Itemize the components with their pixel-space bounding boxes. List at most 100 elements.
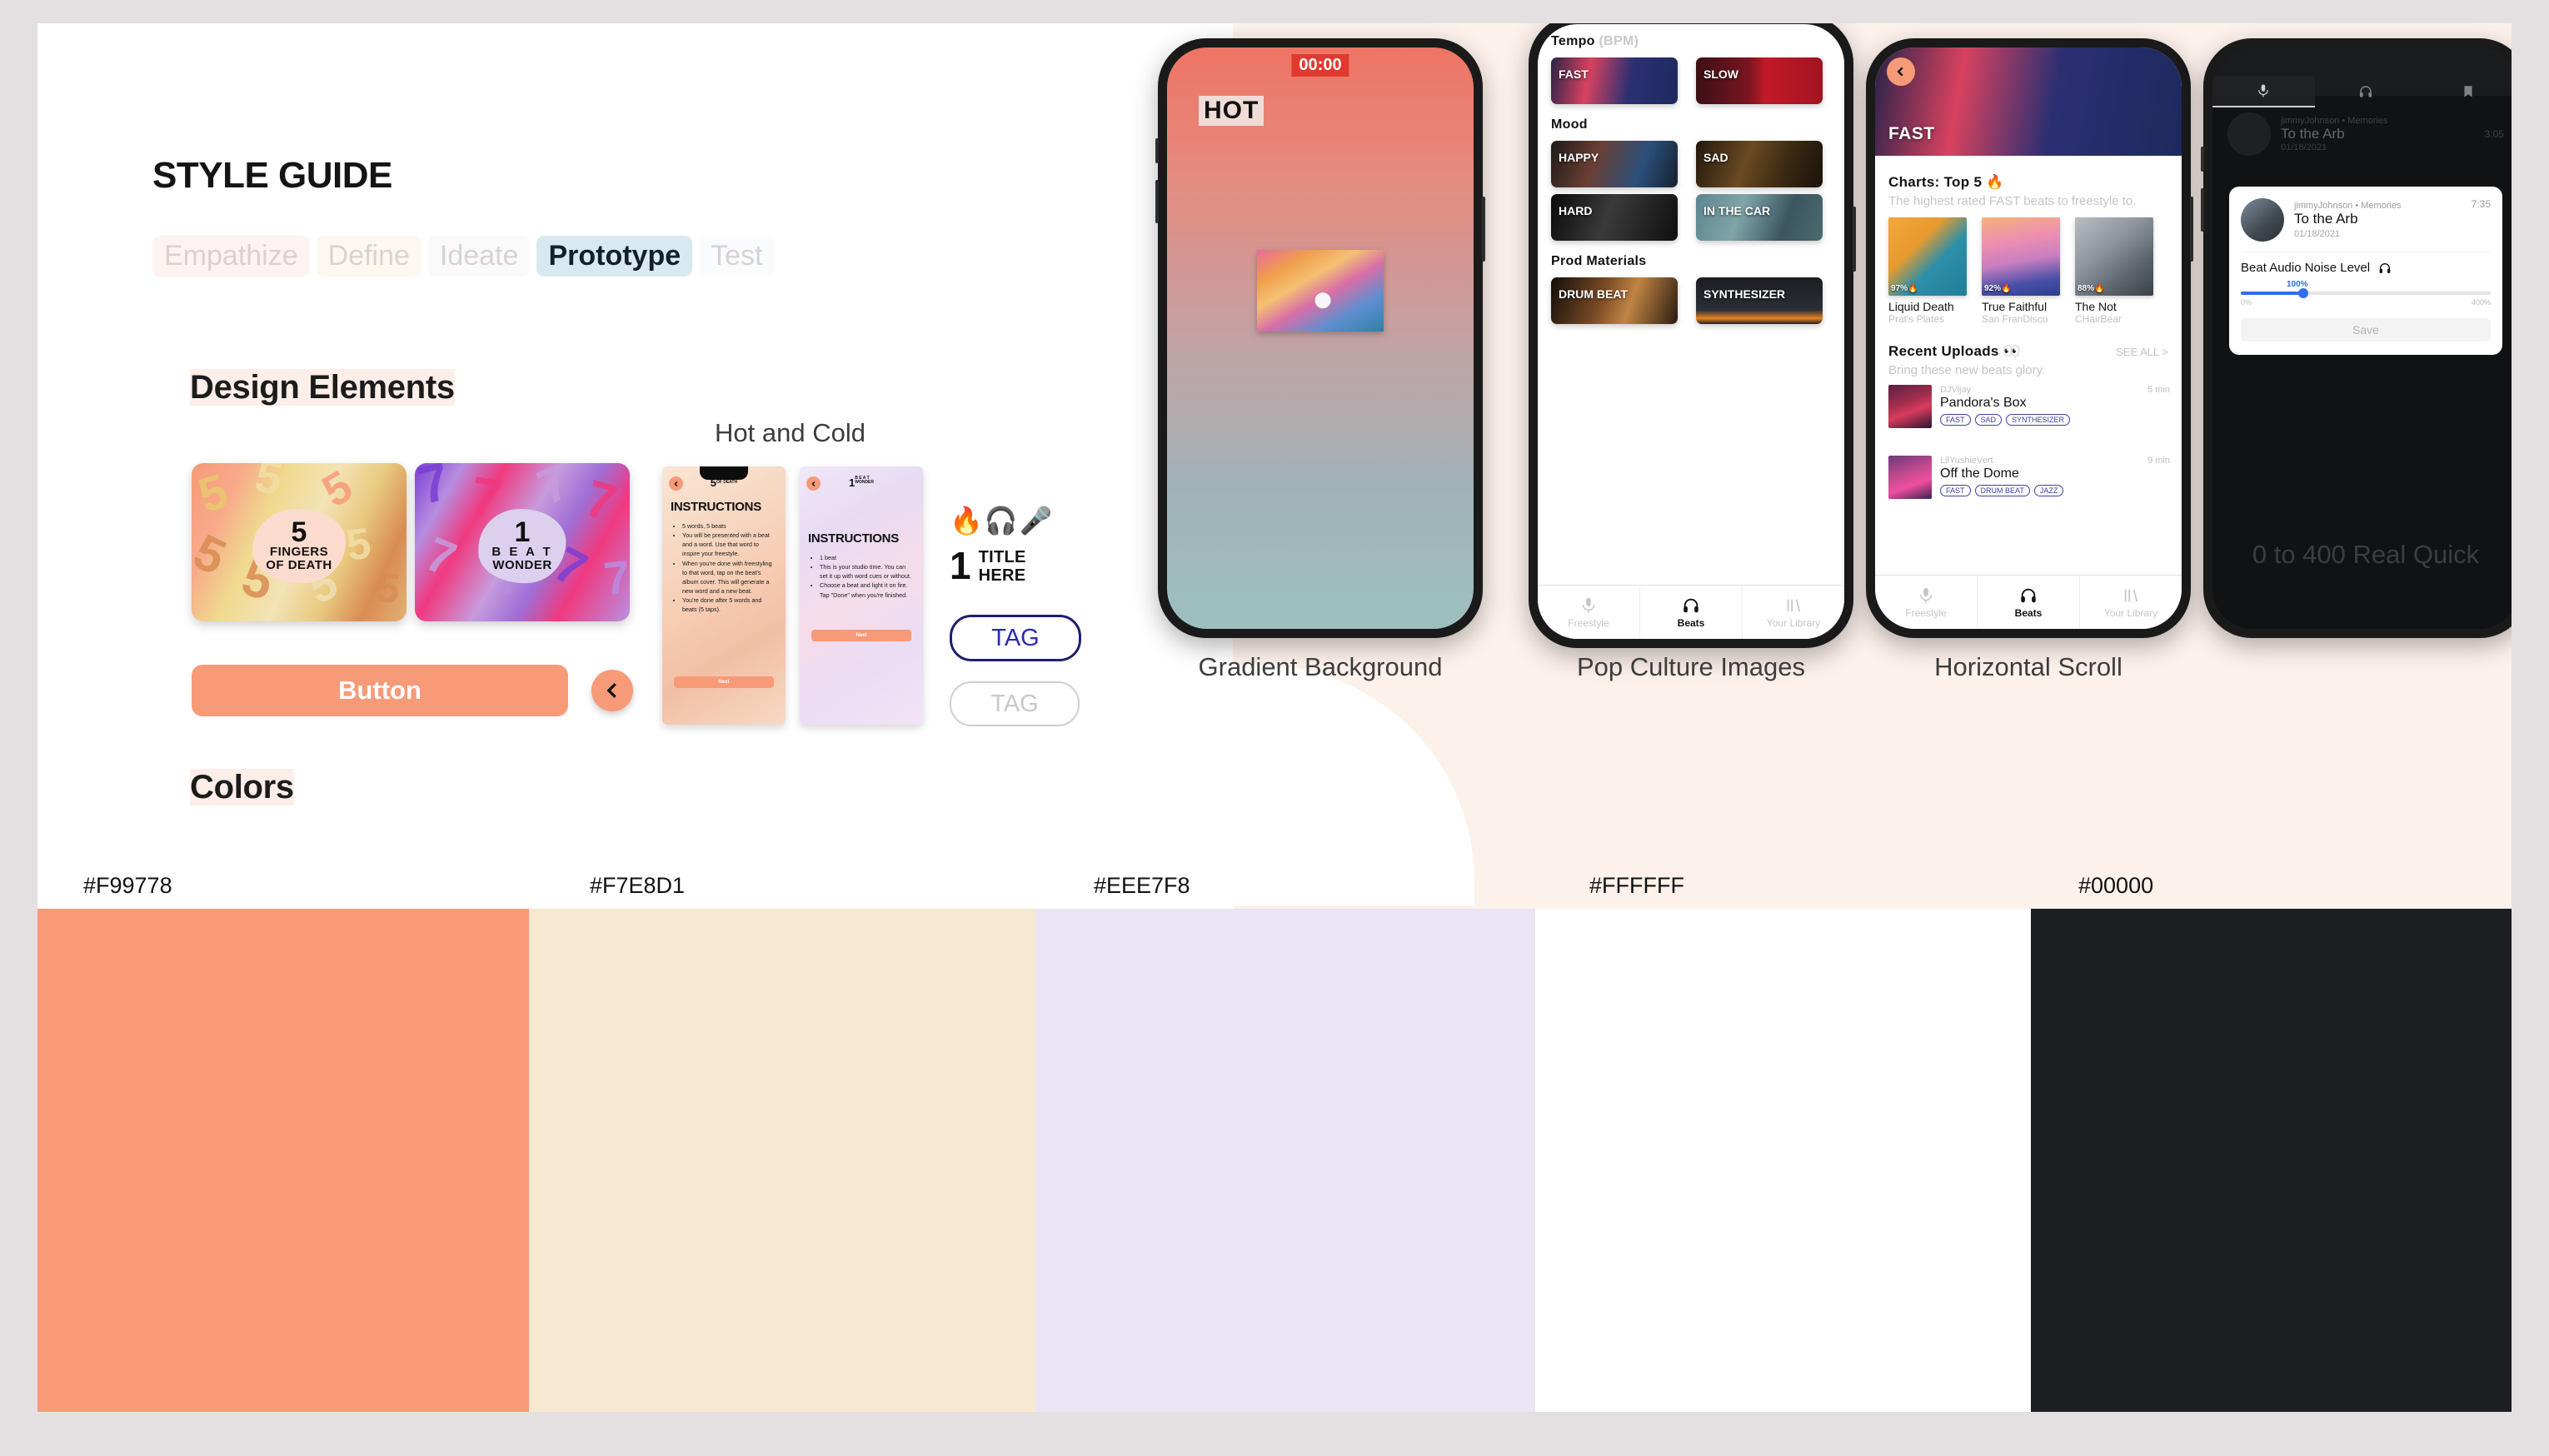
- chart-item[interactable]: 88%🔥 The Not CHairBear: [2075, 217, 2153, 325]
- upload-list-item[interactable]: LilYushieVert 9 min Off the Dome FAST DR…: [1888, 456, 2170, 499]
- upload-title: Pandora's Box: [1940, 396, 2027, 410]
- instructions-heading: INSTRUCTIONS: [808, 531, 899, 546]
- rating-percent: 88%🔥: [2078, 284, 2105, 293]
- next-button[interactable]: Next: [811, 630, 911, 641]
- sheet-track-title: To the Arb: [2294, 211, 2358, 227]
- instruction-screen-one-beat[interactable]: 1B E A TWONDER INSTRUCTIONS 1 beat This …: [800, 466, 923, 725]
- album-cover: 92%🔥: [1982, 217, 2060, 296]
- primary-button[interactable]: Button: [192, 665, 568, 716]
- design-phase-tabs: Empathize Define Ideate Prototype Test: [152, 236, 775, 277]
- phone-power-button: [1482, 197, 1485, 262]
- tag-active[interactable]: TAG: [950, 615, 1081, 661]
- upload-tags: FAST SAD SYNTHESIZER: [1940, 414, 2170, 426]
- phone-screen: Tempo (BPM) FAST SLOW Mood HAPPY SAD HAR…: [1538, 24, 1844, 639]
- recent-uploads-title: Recent Uploads 👀: [1888, 343, 2022, 359]
- tab-record[interactable]: [2212, 76, 2315, 107]
- save-button[interactable]: Save: [2241, 318, 2491, 342]
- tile-synthesizer[interactable]: SYNTHESIZER: [1696, 277, 1823, 324]
- app-logo: 5FINGERS OF DEATH: [710, 476, 738, 490]
- track-artist: CHairBear: [2075, 313, 2123, 325]
- tile-slow[interactable]: SLOW: [1696, 57, 1823, 104]
- track-title: To the Arb: [2281, 126, 2345, 142]
- tag-chip[interactable]: FAST: [1940, 485, 1971, 496]
- back-button[interactable]: [1887, 57, 1915, 86]
- phase-tab-test[interactable]: Test: [699, 236, 775, 277]
- tile-in-the-car[interactable]: IN THE CAR: [1696, 194, 1823, 241]
- library-icon: [2124, 588, 2138, 602]
- slider-max: 400%: [2471, 298, 2491, 307]
- artwork-card-one-beat[interactable]: 7 7 7 7 7 7 7 7 1 B E A T WONDER: [415, 463, 630, 621]
- tab-beats[interactable]: Beats: [1640, 586, 1743, 639]
- phase-tab-define[interactable]: Define: [316, 236, 422, 277]
- slider-knob[interactable]: [2298, 288, 2308, 298]
- next-button[interactable]: Next: [674, 676, 774, 688]
- badge-line2: OF DEATH: [266, 558, 332, 573]
- phone-power-button: [2190, 197, 2193, 262]
- tag-chip[interactable]: SAD: [1974, 414, 2003, 426]
- tag-chip[interactable]: JAZZ: [2033, 485, 2064, 496]
- sheet-track-duration: 7:35: [2471, 198, 2491, 210]
- tile-happy[interactable]: HAPPY: [1551, 141, 1678, 187]
- phone-caption-gradient: Gradient Background: [1198, 652, 1443, 681]
- chart-item[interactable]: 92%🔥 True Faithful San FranDisco: [1982, 217, 2060, 325]
- album-thumbnail: [1888, 456, 1932, 499]
- list-item: When you're done with freestyling to tha…: [682, 559, 777, 596]
- headphones-icon: [2021, 588, 2036, 602]
- list-item: You're done after 5 words and beats (5 t…: [682, 596, 777, 614]
- instructions-list: 5 words, 5 beats You will be presented w…: [674, 521, 777, 615]
- hex-label-0: #F99778: [83, 873, 172, 898]
- tab-beats[interactable]: Beats: [1978, 576, 2080, 629]
- microphone-icon: [1919, 587, 1933, 603]
- phase-tab-prototype[interactable]: Prototype: [536, 236, 693, 277]
- chevron-left-icon: [606, 682, 616, 699]
- tag-chip[interactable]: DRUM BEAT: [1974, 485, 2030, 496]
- phone-power-button: [1853, 207, 1856, 272]
- tag-chip[interactable]: SYNTHESIZER: [2006, 414, 2071, 426]
- see-all-link[interactable]: SEE ALL >: [2116, 346, 2168, 358]
- tab-listen[interactable]: [2315, 76, 2417, 107]
- audio-settings-sheet: jimmyJohnson • Memories To the Arb 01/18…: [2229, 187, 2502, 355]
- back-circle-button[interactable]: [591, 670, 633, 711]
- phone-mockup-gradient: 00:00 HOT: [1155, 38, 1485, 638]
- tab-your-library[interactable]: Your Library: [1743, 586, 1844, 639]
- tag-chip[interactable]: FAST: [1940, 414, 1971, 426]
- tab-freestyle[interactable]: Freestyle: [1538, 586, 1640, 639]
- color-swatch-4: [2031, 909, 2512, 1412]
- uploader-name: LilYushieVert: [1940, 456, 1993, 466]
- tab-freestyle[interactable]: Freestyle: [1875, 576, 1978, 629]
- phase-tab-ideate[interactable]: Ideate: [427, 236, 531, 277]
- title-style-sample: 1 TITLE HERE: [950, 546, 1026, 585]
- tile-fast[interactable]: FAST: [1551, 57, 1678, 104]
- noise-level-slider[interactable]: [2241, 288, 2491, 298]
- tile-sad[interactable]: SAD: [1696, 141, 1823, 187]
- badge-number: 1: [514, 516, 531, 549]
- app-logo: 1B E A T WONDER: [848, 476, 874, 490]
- color-swatch-2: [1035, 909, 1535, 1412]
- instruction-screen-five-fingers[interactable]: 5FINGERSOF DEATH INSTRUCTIONS 5 words, 5…: [662, 466, 786, 725]
- page-title: STYLE GUIDE: [152, 155, 392, 196]
- album-thumbnail: [1888, 385, 1932, 428]
- badge-line1: B E A T: [491, 545, 553, 560]
- chart-item[interactable]: 97%🔥 Liquid Death Prat's Plates: [1888, 217, 1967, 325]
- tile-drum-beat[interactable]: DRUM BEAT: [1551, 277, 1678, 324]
- phase-tab-empathize[interactable]: Empathize: [152, 236, 310, 277]
- hex-label-4: #00000: [2078, 873, 2154, 898]
- tab-your-library[interactable]: Your Library: [2080, 576, 2182, 629]
- tile-hard[interactable]: HARD: [1551, 194, 1678, 241]
- headphones-icon: [2359, 86, 2372, 97]
- artwork-badge: 1 B E A T WONDER: [478, 509, 566, 583]
- tab-label: Freestyle: [1905, 606, 1947, 619]
- color-swatch-1: [529, 909, 1035, 1412]
- chevron-left-icon: [1897, 67, 1903, 77]
- track-name: True Faithful: [1982, 300, 2048, 313]
- tag-inactive[interactable]: TAG: [950, 681, 1080, 726]
- tab-saved[interactable]: [2417, 76, 2512, 107]
- album-cover[interactable]: [1257, 250, 1384, 332]
- phone-side-button: [2201, 147, 2204, 172]
- sample-text: TITLE HERE: [978, 548, 1026, 585]
- upload-list-item[interactable]: DJVijay 5 min Pandora's Box FAST SAD SYN…: [1888, 385, 2170, 428]
- avatar: [2227, 112, 2271, 156]
- bottom-tab-bar: Freestyle Beats Your Library: [1875, 575, 2182, 629]
- upload-tags: FAST DRUM BEAT JAZZ: [1940, 485, 2170, 496]
- artwork-card-five-fingers[interactable]: 5 5 5 5 5 5 5 5 5 FINGERS OF DEATH: [192, 463, 407, 621]
